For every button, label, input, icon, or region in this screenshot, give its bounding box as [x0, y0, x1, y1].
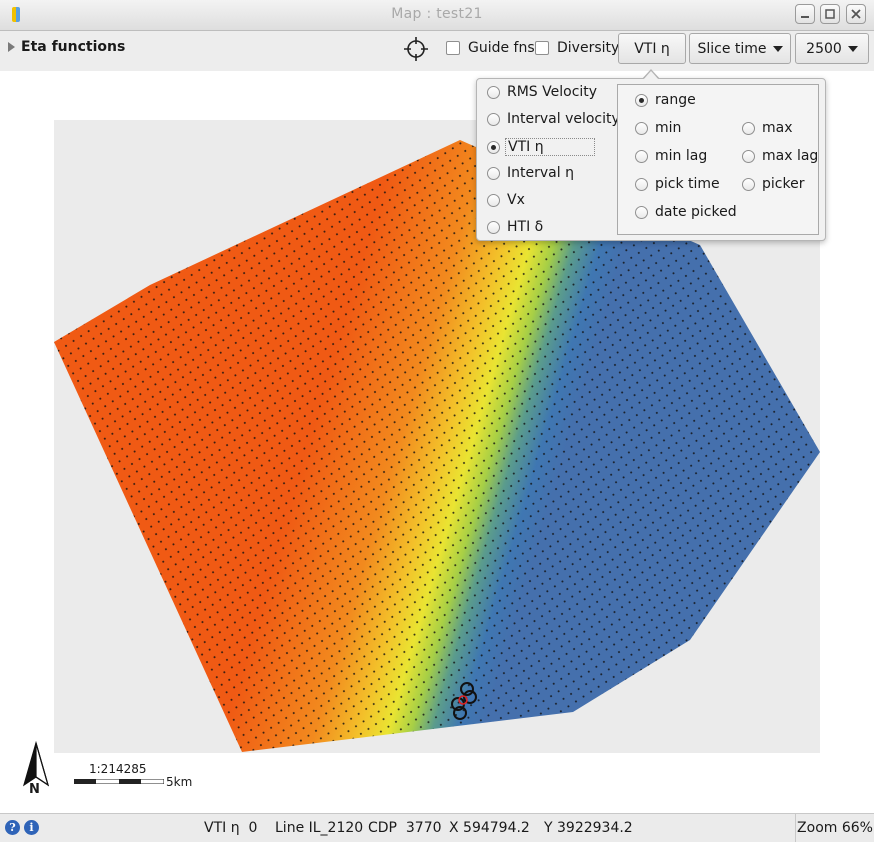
radio-label: pick time — [655, 176, 720, 192]
guide-fns-label: Guide fns — [468, 40, 535, 56]
radio-indicator[interactable] — [487, 220, 500, 234]
scale-bar — [74, 779, 164, 784]
radio-label: picker — [762, 176, 805, 192]
radio-indicator[interactable] — [635, 149, 648, 163]
minimize-icon — [801, 16, 809, 18]
radio-vx[interactable]: Vx — [487, 192, 525, 208]
expand-arrow-icon — [8, 42, 15, 52]
slice-time-label: Slice time — [697, 40, 767, 57]
status-bar: ? i VTI η 0 Line IL_2120 CDP 3770 X 5947… — [0, 813, 874, 842]
eta-functions-label: Eta functions — [21, 39, 126, 55]
minimize-button[interactable] — [795, 4, 815, 24]
close-button[interactable] — [846, 4, 866, 24]
eta-functions-toggle[interactable]: Eta functions — [8, 39, 125, 55]
info-icon[interactable]: i — [24, 820, 39, 835]
help-icon[interactable]: ? — [5, 820, 20, 835]
radio-indicator-selected[interactable] — [487, 140, 500, 154]
diversity-box[interactable] — [535, 41, 549, 55]
radio-label: min — [655, 120, 682, 136]
radio-indicator[interactable] — [742, 121, 755, 135]
radio-max[interactable]: max — [742, 120, 793, 136]
toolbar: Eta functions Guide fns Diversity VTI η … — [0, 31, 874, 71]
function-select-label: VTI η — [634, 40, 670, 57]
popup-pointer-fill — [643, 71, 659, 80]
radio-indicator[interactable] — [487, 112, 500, 126]
zoom-level: Zoom 66% — [795, 814, 874, 842]
radio-min-lag[interactable]: min lag — [635, 148, 707, 164]
crosshair-icon[interactable] — [404, 37, 428, 61]
radio-interval-velocity[interactable]: Interval velocity — [487, 111, 620, 127]
chevron-down-icon — [847, 45, 858, 52]
status-x: X 594794.2 — [449, 820, 530, 836]
slice-value-button[interactable]: 2500 — [795, 33, 869, 64]
slice-time-button[interactable]: Slice time — [689, 33, 791, 64]
status-value: VTI η 0 — [204, 820, 258, 836]
radio-label: HTI δ — [507, 219, 544, 235]
scale-distance: 5km — [166, 775, 193, 789]
radio-label: range — [655, 92, 696, 108]
radio-indicator[interactable] — [742, 177, 755, 191]
guide-fns-checkbox[interactable]: Guide fns — [446, 40, 535, 56]
radio-label: max — [762, 120, 793, 136]
radio-hti-delta[interactable]: HTI δ — [487, 219, 543, 235]
slice-value-label: 2500 — [806, 40, 842, 57]
radio-date-picked[interactable]: date picked — [635, 204, 737, 220]
diversity-label: Diversity — [557, 40, 620, 56]
radio-range[interactable]: range — [635, 92, 696, 108]
radio-indicator[interactable] — [487, 193, 500, 207]
radio-indicator[interactable] — [635, 177, 648, 191]
radio-label: max lag — [762, 148, 819, 164]
status-line: Line IL_2120 — [275, 820, 364, 836]
chevron-down-icon — [772, 45, 783, 52]
guide-fns-box[interactable] — [446, 41, 460, 55]
radio-max-lag[interactable]: max lag — [742, 148, 818, 164]
radio-indicator[interactable] — [635, 205, 648, 219]
radio-picker[interactable]: picker — [742, 176, 804, 192]
radio-indicator[interactable] — [487, 166, 500, 180]
function-select-button[interactable]: VTI η — [618, 33, 686, 64]
radio-min[interactable]: min — [635, 120, 681, 136]
radio-pick-time[interactable]: pick time — [635, 176, 720, 192]
radio-indicator[interactable] — [635, 121, 648, 135]
title-bar: Map : test21 — [0, 0, 874, 31]
window-title: Map : test21 — [391, 6, 483, 22]
close-icon — [851, 9, 861, 19]
radio-interval-eta[interactable]: Interval η — [487, 165, 574, 181]
radio-vti-eta[interactable]: VTI η — [487, 138, 595, 156]
radio-label: VTI η — [505, 138, 595, 156]
radio-indicator-selected[interactable] — [635, 93, 648, 107]
radio-rms-velocity[interactable]: RMS Velocity — [487, 84, 597, 100]
radio-label: min lag — [655, 148, 708, 164]
maximize-icon — [825, 9, 835, 19]
radio-label: date picked — [655, 204, 737, 220]
radio-label: RMS Velocity — [507, 84, 598, 100]
diversity-checkbox[interactable]: Diversity — [535, 40, 619, 56]
status-y: Y 3922934.2 — [544, 820, 633, 836]
radio-label: Vx — [507, 192, 525, 208]
radio-label: Interval η — [507, 165, 574, 181]
radio-indicator[interactable] — [742, 149, 755, 163]
maximize-button[interactable] — [820, 4, 840, 24]
radio-indicator[interactable] — [487, 85, 500, 99]
scale-ratio: 1:214285 — [89, 762, 147, 776]
radio-label: Interval velocity — [507, 111, 620, 127]
status-cdp: CDP 3770 — [368, 820, 442, 836]
north-label: N — [29, 782, 40, 797]
